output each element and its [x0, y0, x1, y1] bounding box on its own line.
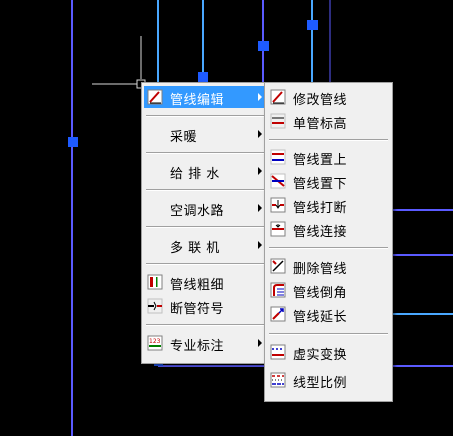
submenu-arrow-icon	[258, 204, 262, 212]
submenu-arrow-icon	[258, 339, 262, 347]
pipe-edit-icon	[147, 89, 163, 105]
delete-pipe-icon	[270, 258, 286, 274]
submenu-item-pipe-break[interactable]: 管线打断	[267, 194, 390, 216]
submenu-item-pipe-send-down[interactable]: 管线置下	[267, 170, 390, 192]
svg-text:123: 123	[149, 338, 161, 345]
pipe-bring-up-icon	[270, 149, 286, 165]
linetype-scale-icon	[270, 372, 286, 388]
submenu-arrow-icon	[258, 93, 262, 101]
menu-separator	[146, 152, 266, 154]
grip-handle[interactable]	[307, 20, 318, 30]
menu-item-hvac-water[interactable]: 空调水路	[144, 197, 268, 219]
menu-item-label: 多 联 机	[170, 241, 220, 256]
menu-separator	[269, 139, 388, 141]
submenu-arrow-icon	[258, 167, 262, 175]
menu-item-multi-split[interactable]: 多 联 机	[144, 234, 268, 256]
menu-item-break-symbol[interactable]: 断管符号	[144, 295, 268, 317]
grip-handle[interactable]	[68, 137, 78, 147]
grip-handle[interactable]	[198, 72, 208, 82]
menu-item-heating[interactable]: 采暖	[144, 123, 268, 145]
submenu-item-pipe-connect[interactable]: 管线连接	[267, 218, 390, 240]
pipe-connect-icon	[270, 221, 286, 237]
pipe-edit-submenu: 修改管线 单管标高 管线置上 管线置下 管线打断 管线连接 删除管线 管线倒角 …	[264, 82, 393, 402]
pipe-break-icon	[270, 197, 286, 213]
submenu-item-pipe-extend[interactable]: 管线延长	[267, 303, 390, 325]
submenu-item-pipe-fillet[interactable]: 管线倒角	[267, 279, 390, 301]
menu-item-label: 管线延长	[293, 310, 348, 325]
menu-item-label: 采暖	[170, 130, 198, 145]
menu-separator	[146, 115, 266, 117]
menu-item-pipe-width[interactable]: 管线粗细	[144, 271, 268, 293]
submenu-arrow-icon	[258, 241, 262, 249]
menu-item-label: 管线粗细	[170, 278, 225, 293]
submenu-item-delete-pipe[interactable]: 删除管线	[267, 255, 390, 277]
menu-item-label: 管线置上	[293, 153, 348, 168]
pipe-extend-icon	[270, 306, 286, 322]
menu-item-water-supply-drainage[interactable]: 给 排 水	[144, 160, 268, 182]
menu-item-label: 修改管线	[293, 93, 348, 108]
submenu-arrow-icon	[258, 130, 262, 138]
menu-item-label: 给 排 水	[170, 167, 220, 182]
annotation-icon: 123	[147, 335, 163, 351]
menu-separator	[146, 263, 266, 265]
submenu-item-pipe-bring-up[interactable]: 管线置上	[267, 146, 390, 168]
context-menu: 管线编辑 采暖 给 排 水 空调水路 多 联 机 管线粗细 断管符号 123 专…	[141, 82, 271, 364]
pipe-fillet-icon	[270, 282, 286, 298]
submenu-item-pipe-elevation[interactable]: 单管标高	[267, 110, 390, 132]
grip-handle[interactable]	[258, 41, 269, 51]
menu-separator	[146, 324, 266, 326]
menu-item-label: 管线打断	[293, 201, 348, 216]
menu-separator	[146, 226, 266, 228]
submenu-item-dash-solid-toggle[interactable]: 虚实变换	[267, 341, 390, 363]
menu-separator	[269, 247, 388, 249]
menu-item-pipe-edit[interactable]: 管线编辑	[144, 86, 268, 108]
menu-item-label: 虚实变换	[293, 348, 348, 363]
menu-separator	[146, 189, 266, 191]
submenu-item-modify-pipe[interactable]: 修改管线	[267, 86, 390, 108]
menu-item-label: 管线置下	[293, 177, 348, 192]
pipe-send-down-icon	[270, 173, 286, 189]
submenu-item-linetype-scale[interactable]: 线型比例	[267, 369, 390, 391]
dash-solid-toggle-icon	[270, 344, 286, 360]
menu-item-label: 单管标高	[293, 117, 348, 132]
menu-separator	[269, 333, 388, 335]
pipe-width-icon	[147, 274, 163, 290]
menu-item-label: 管线倒角	[293, 286, 348, 301]
menu-item-label: 专业标注	[170, 339, 225, 354]
menu-item-label: 断管符号	[170, 302, 225, 317]
menu-item-professional-annotation[interactable]: 123 专业标注	[144, 332, 268, 354]
pipe-elevation-icon	[270, 113, 286, 129]
menu-item-label: 管线编辑	[170, 93, 225, 108]
menu-item-label: 删除管线	[293, 262, 348, 277]
menu-item-label: 空调水路	[170, 204, 225, 219]
modify-pipe-icon	[270, 89, 286, 105]
break-symbol-icon	[147, 298, 163, 314]
menu-item-label: 管线连接	[293, 225, 348, 240]
menu-item-label: 线型比例	[293, 376, 348, 391]
